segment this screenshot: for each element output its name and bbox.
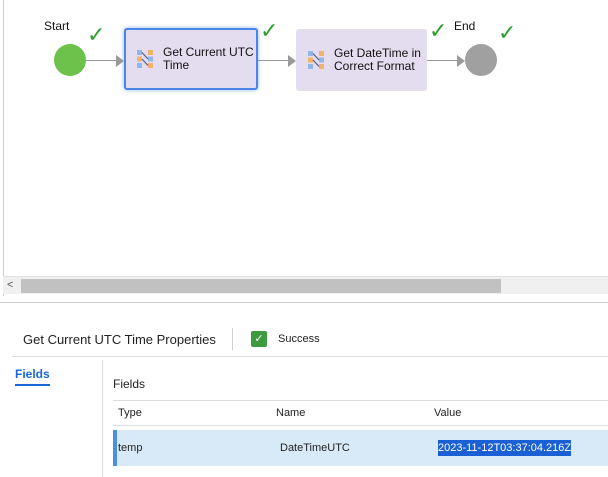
column-header-value[interactable]: Value bbox=[434, 407, 608, 419]
task-2-success-check-icon: ✓ bbox=[429, 18, 448, 43]
properties-panel: Get Current UTC Time Properties ✓ Succes… bbox=[0, 303, 608, 477]
task-1-label: Get Current UTC Time bbox=[163, 45, 254, 72]
task-get-current-utc-time[interactable]: Get Current UTC Time bbox=[124, 28, 258, 90]
process-canvas[interactable]: Start ✓ Get Current UTC Time ✓ Get DateT… bbox=[3, 0, 608, 296]
assignment-task-icon bbox=[137, 50, 153, 68]
task-2-label: Get DateTime in Correct Format bbox=[334, 46, 421, 73]
table-row[interactable]: temp DateTimeUTC 2023-11-12T03:37:04.216… bbox=[113, 430, 608, 466]
connector-start-task1 bbox=[86, 60, 118, 61]
success-check-icon: ✓ bbox=[251, 331, 267, 347]
end-node[interactable] bbox=[465, 44, 497, 76]
cell-type: temp bbox=[118, 442, 143, 454]
fields-table: Type Name Value temp DateTimeUTC 2023-11… bbox=[113, 400, 608, 466]
horizontal-scrollbar[interactable]: < bbox=[3, 276, 608, 294]
scroll-left-arrow-icon[interactable]: < bbox=[7, 279, 13, 291]
header-underline bbox=[12, 356, 608, 357]
panel-title: Get Current UTC Time Properties bbox=[23, 332, 216, 347]
cell-name: DateTimeUTC bbox=[280, 442, 350, 454]
arrow-icon bbox=[288, 55, 296, 67]
connector-task2-end bbox=[427, 60, 458, 61]
header-separator bbox=[232, 328, 233, 350]
cell-value[interactable]: 2023-11-12T03:37:04.216Z bbox=[438, 440, 608, 456]
assignment-task-icon bbox=[308, 51, 324, 69]
start-label: Start bbox=[44, 19, 70, 33]
column-header-name[interactable]: Name bbox=[276, 407, 434, 419]
column-header-type[interactable]: Type bbox=[113, 407, 276, 419]
status-text: Success bbox=[278, 333, 320, 345]
start-success-check-icon: ✓ bbox=[87, 22, 106, 47]
connector-task1-task2 bbox=[258, 60, 289, 61]
scrollbar-thumb[interactable] bbox=[21, 279, 501, 293]
tab-fields[interactable]: Fields bbox=[15, 367, 50, 386]
sidebar-separator bbox=[102, 360, 103, 477]
task-get-datetime-in-correct-format[interactable]: Get DateTime in Correct Format bbox=[296, 29, 427, 91]
end-label: End bbox=[454, 19, 476, 33]
end-success-check-icon: ✓ bbox=[498, 20, 517, 45]
fields-section-title: Fields bbox=[113, 377, 146, 391]
table-header: Type Name Value bbox=[113, 400, 608, 426]
task-1-success-check-icon: ✓ bbox=[260, 18, 279, 43]
start-node[interactable] bbox=[54, 44, 86, 76]
arrow-icon bbox=[457, 55, 465, 67]
arrow-icon bbox=[116, 55, 124, 67]
selected-value-text[interactable]: 2023-11-12T03:37:04.216Z bbox=[438, 440, 572, 456]
